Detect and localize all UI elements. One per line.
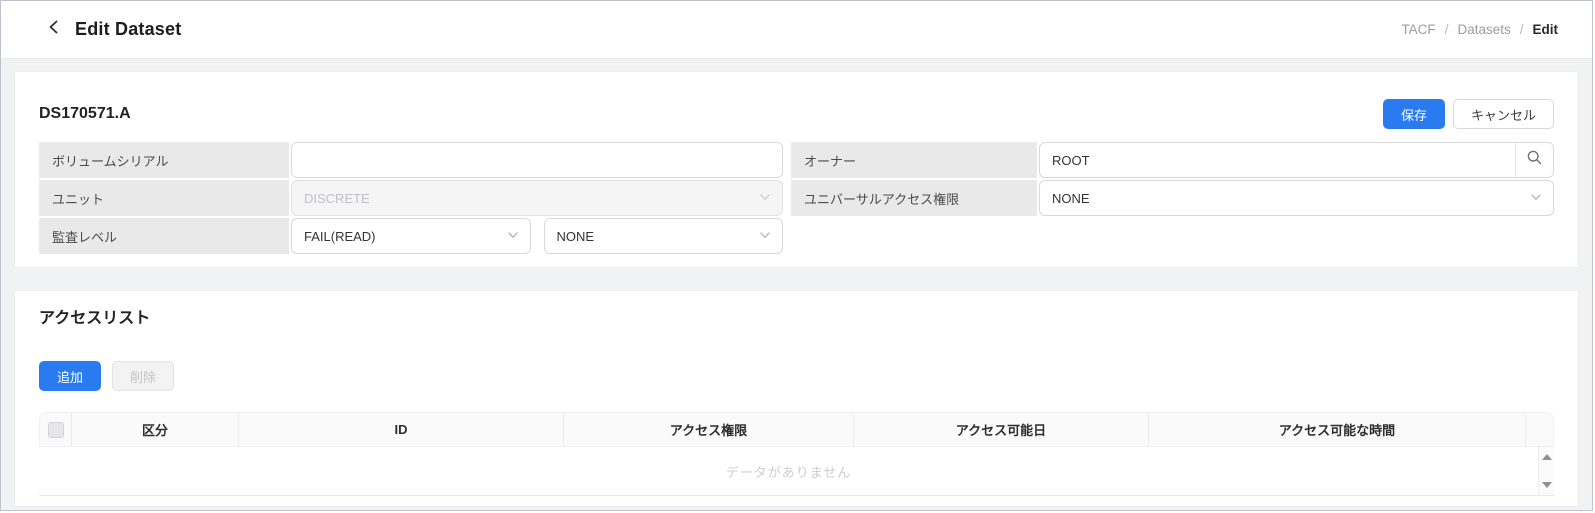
unit-label: ユニット xyxy=(39,180,289,216)
audit-level-label: 監査レベル xyxy=(39,218,289,254)
column-header-accessible-time: アクセス可能な時間 xyxy=(1148,413,1525,446)
universal-access-label: ユニバーサルアクセス権限 xyxy=(791,180,1037,216)
cancel-button[interactable]: キャンセル xyxy=(1453,99,1554,129)
column-header-accessible-day: アクセス可能日 xyxy=(853,413,1148,446)
form-gap xyxy=(785,142,789,178)
empty-message: データがありません xyxy=(726,462,852,481)
owner-label: オーナー xyxy=(791,142,1037,178)
universal-access-select[interactable]: NONE xyxy=(1039,180,1554,216)
owner-cell xyxy=(1039,142,1554,178)
table-empty-row: データがありません xyxy=(39,447,1539,495)
search-icon xyxy=(1526,149,1543,171)
back-button[interactable] xyxy=(41,17,67,43)
scroll-down-icon[interactable] xyxy=(1542,482,1552,488)
chevron-down-icon xyxy=(507,229,519,244)
chevron-left-icon xyxy=(46,19,62,40)
breadcrumb-item-tacf[interactable]: TACF xyxy=(1401,22,1435,37)
scroll-up-icon[interactable] xyxy=(1542,454,1552,460)
breadcrumb: TACF / Datasets / Edit xyxy=(1401,22,1558,37)
column-header-id: ID xyxy=(238,413,563,446)
table-vertical-scrollbar[interactable] xyxy=(1539,447,1554,495)
add-button[interactable]: 追加 xyxy=(39,361,101,391)
audit-level-selects: FAIL(READ) NONE xyxy=(291,218,783,254)
audit-level-cell: FAIL(READ) NONE xyxy=(291,218,783,254)
dataset-panel: DS170571.A 保存 キャンセル ボリュームシリアル オーナー xyxy=(14,71,1579,268)
dataset-name: DS170571.A xyxy=(39,105,131,123)
unit-cell: DISCRETE xyxy=(291,180,783,216)
breadcrumb-item-datasets[interactable]: Datasets xyxy=(1457,22,1510,37)
app-window: Edit Dataset TACF / Datasets / Edit DS17… xyxy=(0,0,1593,511)
chevron-down-icon xyxy=(1530,191,1542,206)
audit-level-secondary-select[interactable]: NONE xyxy=(544,218,784,254)
audit-level-secondary-value: NONE xyxy=(557,229,595,244)
top-bar: Edit Dataset TACF / Datasets / Edit xyxy=(1,1,1592,59)
form-empty-cell xyxy=(1039,218,1554,254)
chevron-down-icon xyxy=(759,191,771,206)
volume-serial-label: ボリュームシリアル xyxy=(39,142,289,178)
audit-level-primary-select[interactable]: FAIL(READ) xyxy=(291,218,531,254)
select-all-cell xyxy=(40,413,71,446)
delete-button: 削除 xyxy=(112,361,174,391)
table-body: データがありません xyxy=(39,447,1554,496)
universal-access-cell: NONE xyxy=(1039,180,1554,216)
form-empty-cell xyxy=(791,218,1037,254)
breadcrumb-item-edit: Edit xyxy=(1533,22,1559,37)
access-list-table: 区分 ID アクセス権限 アクセス可能日 アクセス可能な時間 データがありません xyxy=(39,412,1554,496)
page-content: DS170571.A 保存 キャンセル ボリュームシリアル オーナー xyxy=(1,59,1592,507)
access-list-title: アクセスリスト xyxy=(39,304,1554,328)
column-header-category: 区分 xyxy=(71,413,238,446)
column-header-access-permission: アクセス権限 xyxy=(563,413,853,446)
save-button[interactable]: 保存 xyxy=(1383,99,1445,129)
column-header-scrollbar-spacer xyxy=(1525,413,1553,446)
select-all-checkbox[interactable] xyxy=(48,422,64,438)
audit-level-primary-value: FAIL(READ) xyxy=(304,229,376,244)
volume-serial-cell xyxy=(291,142,783,178)
universal-access-select-value: NONE xyxy=(1052,191,1090,206)
access-list-actions: 追加 削除 xyxy=(39,361,1554,391)
dataset-form: ボリュームシリアル オーナー xyxy=(39,142,1554,267)
owner-input[interactable] xyxy=(1040,143,1515,177)
breadcrumb-separator: / xyxy=(1445,22,1449,37)
unit-select: DISCRETE xyxy=(291,180,783,216)
owner-search-button[interactable] xyxy=(1515,143,1553,177)
volume-serial-input[interactable] xyxy=(291,142,783,178)
panel-actions: 保存 キャンセル xyxy=(1383,99,1554,129)
table-header-row: 区分 ID アクセス権限 アクセス可能日 アクセス可能な時間 xyxy=(39,412,1554,447)
access-list-panel: アクセスリスト 追加 削除 区分 ID アクセス権限 アクセス可能日 アクセス可… xyxy=(14,290,1579,507)
unit-select-value: DISCRETE xyxy=(304,191,370,206)
breadcrumb-separator: / xyxy=(1520,22,1524,37)
form-gap xyxy=(785,180,789,216)
dataset-panel-header: DS170571.A 保存 キャンセル xyxy=(39,99,1554,129)
form-gap xyxy=(785,218,789,254)
page-title: Edit Dataset xyxy=(75,19,181,40)
owner-input-group xyxy=(1039,142,1554,178)
chevron-down-icon xyxy=(759,229,771,244)
